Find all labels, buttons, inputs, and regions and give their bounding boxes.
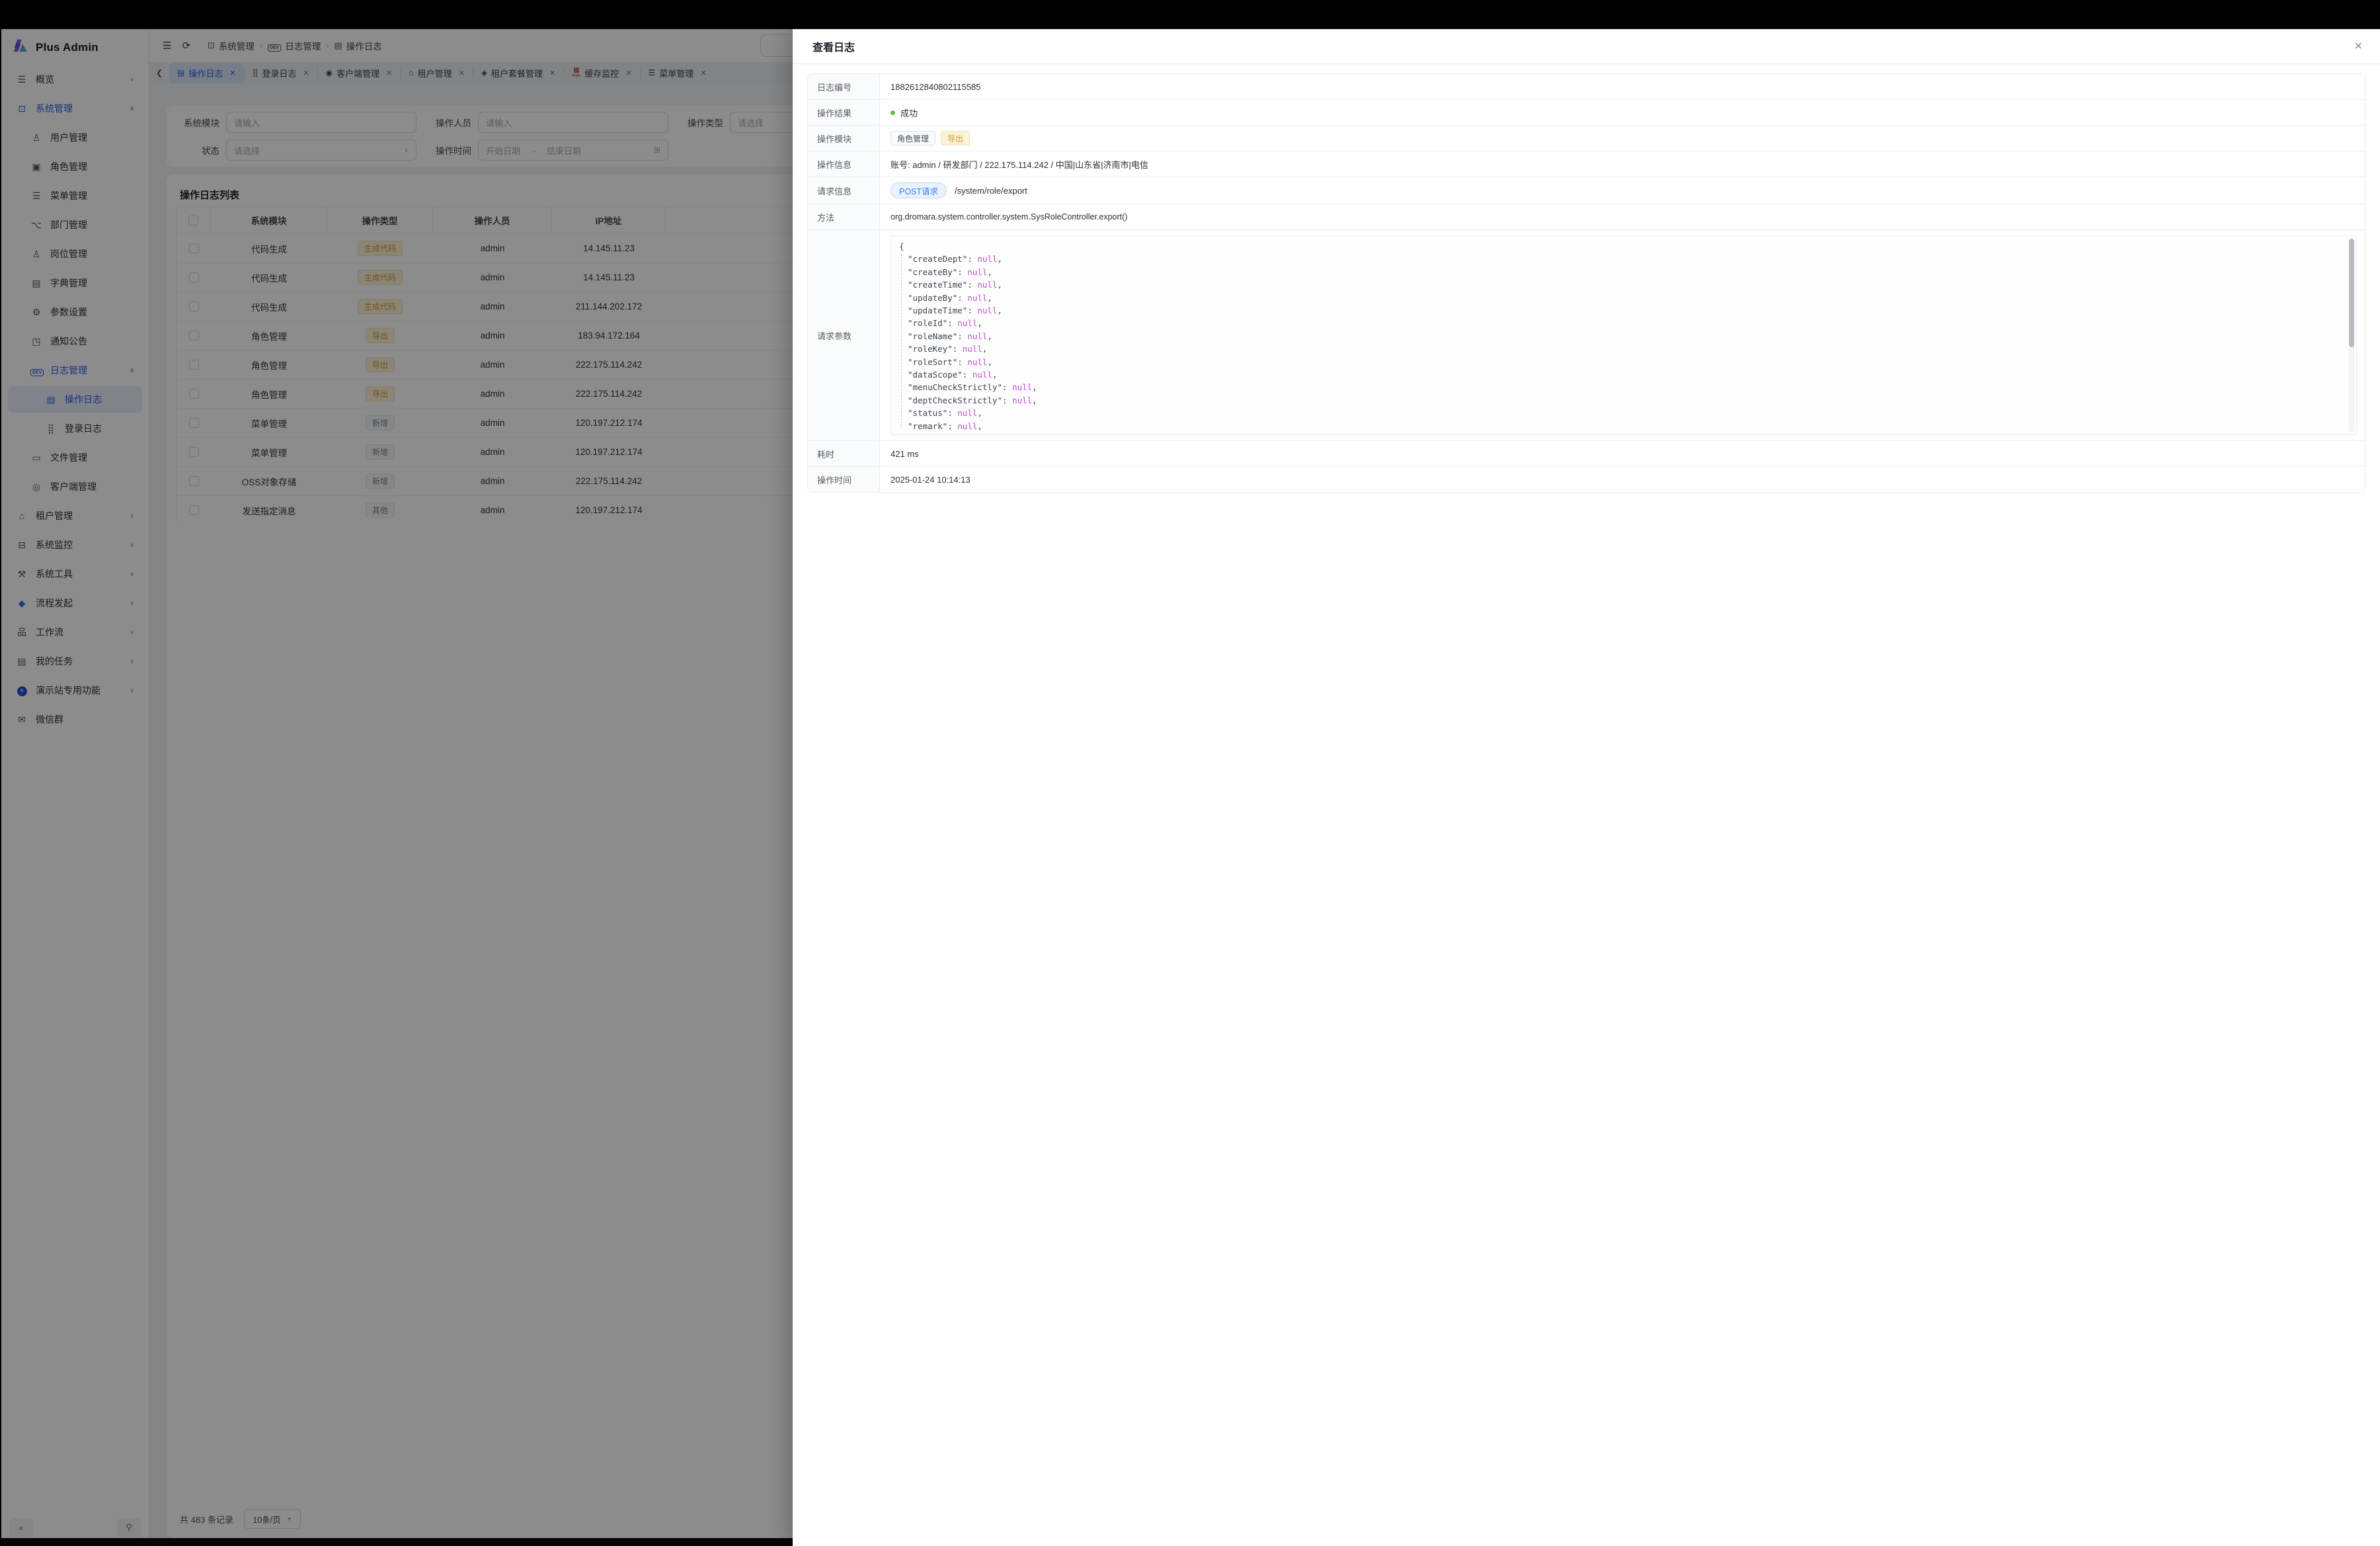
json-line: "roleSort": null, [899,356,2342,368]
desc-row-params: 请求参数 { "createDept": null,"createBy": nu… [808,229,2365,440]
op-time-value: 2025-01-24 10:14:13 [880,467,2365,492]
json-line: "roleId": null, [899,317,2342,329]
duration-value: 421 ms [880,441,2365,466]
module-value: 角色管理 导出 [880,126,2365,151]
request-value: POST请求 /system/role/export [880,177,2365,204]
json-line: "dataScope": null, [899,368,2342,381]
window-bottom-edge [1,1538,793,1546]
desc-row-duration: 耗时 421 ms [808,440,2365,466]
desc-row-result: 操作结果 成功 [808,99,2365,125]
json-line: "status": null, [899,407,2342,419]
desc-row-module: 操作模块 角色管理 导出 [808,125,2365,151]
json-line: "roleName": null, [899,330,2342,343]
post-method-tag: POST请求 [891,183,947,198]
log-id-value: 1882612840802115585 [880,74,2365,99]
json-line: "remark": null, [899,420,2342,432]
json-line: "createBy": null, [899,266,2342,278]
json-line: "updateTime": null, [899,304,2342,317]
scrollbar-track[interactable] [2349,239,2354,432]
desc-row-log-id: 日志编号 1882612840802115585 [808,74,2365,99]
json-line: "roleKey": null, [899,343,2342,355]
json-line: "deptCheckStrictly": null, [899,394,2342,407]
json-line: "menuCheckStrictly": null, [899,381,2342,393]
request-url: /system/role/export [955,186,1027,196]
params-json-block: { "createDept": null,"createBy": null,"c… [891,235,2357,435]
export-tag: 导出 [941,131,970,145]
desc-row-op-info: 操作信息 账号: admin / 研发部门 / 222.175.114.242 … [808,151,2365,177]
params-value: { "createDept": null,"createBy": null,"c… [880,230,2365,440]
module-tag: 角色管理 [891,131,935,145]
close-icon[interactable]: ✕ [2354,40,2363,53]
drawer-title: 查看日志 [813,38,855,54]
desc-row-method: 方法 org.dromara.system.controller.system.… [808,204,2365,229]
op-info-value: 账号: admin / 研发部门 / 222.175.114.242 / 中国|… [880,151,2365,177]
scrollbar-thumb[interactable] [2349,239,2354,347]
log-detail-drawer: 查看日志 ✕ 日志编号 1882612840802115585 操作结果 成功 … [793,29,2380,1546]
app-window: Plus Admin ☰概览∨⊡系统管理∧♙用户管理▣角色管理☰菜单管理⌥部门管… [1,29,2380,1546]
desc-row-op-time: 操作时间 2025-01-24 10:14:13 [808,466,2365,492]
json-line: "updateBy": null, [899,292,2342,304]
drawer-body: 日志编号 1882612840802115585 操作结果 成功 操作模块 角色… [793,64,2380,1546]
drawer-header: 查看日志 ✕ [793,29,2380,64]
indent-guide [901,253,902,427]
result-value: 成功 [880,100,2365,125]
json-line: "createDept": null, [899,253,2342,265]
success-dot-icon [891,110,895,115]
log-descriptions-table: 日志编号 1882612840802115585 操作结果 成功 操作模块 角色… [807,73,2365,493]
method-value: org.dromara.system.controller.system.Sys… [880,204,2365,229]
json-line: "createTime": null, [899,278,2342,291]
params-json-lines: "createDept": null,"createBy": null,"cre… [899,253,2342,432]
desc-row-request: 请求信息 POST请求 /system/role/export [808,177,2365,204]
